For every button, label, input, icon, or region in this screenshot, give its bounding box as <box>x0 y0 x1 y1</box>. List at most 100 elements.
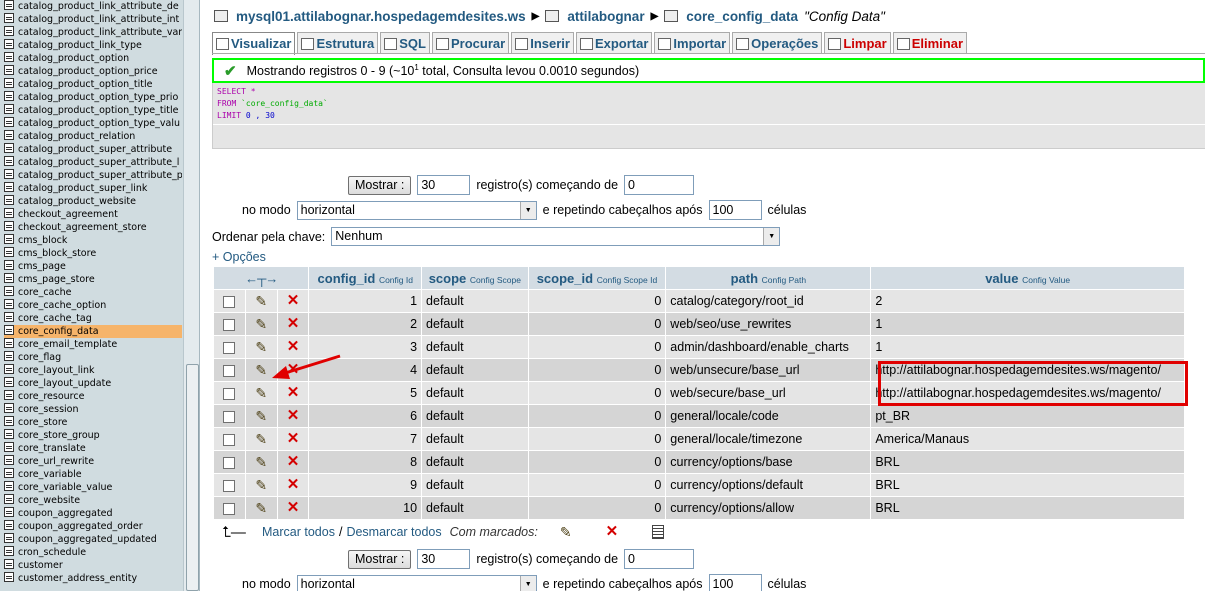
sidebar-item-catalog-product-option-title[interactable]: catalog_product_option_title <box>4 78 182 91</box>
table-icon[interactable] <box>4 429 14 439</box>
sidebar-item-core-cache[interactable]: core_cache <box>4 286 182 299</box>
breadcrumb-database[interactable]: attilabognar <box>567 9 644 24</box>
table-icon[interactable] <box>4 559 14 569</box>
table-icon[interactable] <box>4 468 14 478</box>
table-icon[interactable] <box>4 234 14 244</box>
table-icon[interactable] <box>4 0 14 10</box>
table-icon[interactable] <box>4 247 14 257</box>
table-icon[interactable] <box>4 13 14 23</box>
edit-pencil-icon[interactable]: ✎ <box>255 386 267 400</box>
breadcrumb-server[interactable]: mysql01.attilabognar.hospedagemdesites.w… <box>236 9 526 24</box>
delete-x-icon[interactable]: ✕ <box>287 316 300 331</box>
table-icon[interactable] <box>4 156 14 166</box>
edit-pencil-icon[interactable]: ✎ <box>255 478 267 492</box>
table-icon[interactable] <box>4 351 14 361</box>
row-checkbox[interactable] <box>223 479 236 492</box>
sidebar-item-core-layout-update[interactable]: core_layout_update <box>4 377 182 390</box>
check-all-link[interactable]: Marcar todos <box>262 525 335 539</box>
row-checkbox[interactable] <box>223 295 236 308</box>
uncheck-all-link[interactable]: Desmarcar todos <box>346 525 441 539</box>
sidebar-item-core-email-template[interactable]: core_email_template <box>4 338 182 351</box>
row-checkbox[interactable] <box>223 387 236 400</box>
sidebar-item-core-website[interactable]: core_website <box>4 494 182 507</box>
column-header-config-id[interactable]: config_id Config Id <box>309 267 422 289</box>
sidebar-item-catalog-product-super-link[interactable]: catalog_product_super_link <box>4 182 182 195</box>
table-icon[interactable] <box>4 390 14 400</box>
sidebar-item-cms-page-store[interactable]: cms_page_store <box>4 273 182 286</box>
display-mode-select-bottom[interactable]: horizontal ▼ <box>296 574 537 591</box>
tab-import[interactable]: Importar <box>654 32 731 54</box>
table-icon[interactable] <box>4 494 14 504</box>
table-icon[interactable] <box>4 195 14 205</box>
table-icon[interactable] <box>4 117 14 127</box>
table-icon[interactable] <box>4 169 14 179</box>
repeat-headers-input[interactable]: 100 <box>708 200 762 220</box>
edit-pencil-icon[interactable]: ✎ <box>255 432 267 446</box>
sidebar-item-catalog-product-option-type-valu[interactable]: catalog_product_option_type_valu <box>4 117 182 130</box>
rows-count-input-bottom[interactable]: 30 <box>417 549 471 569</box>
table-icon[interactable] <box>4 65 14 75</box>
tab-empty[interactable]: Limpar <box>824 32 891 54</box>
display-mode-select[interactable]: horizontal ▼ <box>296 200 537 220</box>
sidebar-item-catalog-product-website[interactable]: catalog_product_website <box>4 195 182 208</box>
row-checkbox[interactable] <box>223 456 236 469</box>
table-icon[interactable] <box>4 572 14 582</box>
sidebar-item-cms-block-store[interactable]: cms_block_store <box>4 247 182 260</box>
sidebar-item-catalog-product-super-attribute-p[interactable]: catalog_product_super_attribute_p <box>4 169 182 182</box>
sidebar-item-catalog-product-link-attribute-var[interactable]: catalog_product_link_attribute_var <box>4 26 182 39</box>
tab-insert[interactable]: Inserir <box>511 32 574 54</box>
edit-pencil-icon[interactable]: ✎ <box>255 340 267 354</box>
tab-structure[interactable]: Estrutura <box>297 32 379 54</box>
sidebar-item-core-cache-option[interactable]: core_cache_option <box>4 299 182 312</box>
tab-operations[interactable]: Operações <box>732 32 823 54</box>
sidebar-item-cms-page[interactable]: cms_page <box>4 260 182 273</box>
tab-browse[interactable]: Visualizar <box>212 32 296 55</box>
sidebar-item-catalog-product-super-attribute[interactable]: catalog_product_super_attribute <box>4 143 182 156</box>
table-icon[interactable] <box>4 416 14 426</box>
sidebar-item-core-store[interactable]: core_store <box>4 416 182 429</box>
row-checkbox[interactable] <box>223 502 236 515</box>
sidebar-item-core-session[interactable]: core_session <box>4 403 182 416</box>
table-icon[interactable] <box>4 143 14 153</box>
sidebar-item-core-variable[interactable]: core_variable <box>4 468 182 481</box>
table-icon[interactable] <box>4 533 14 543</box>
table-icon[interactable] <box>4 78 14 88</box>
table-icon[interactable] <box>4 221 14 231</box>
table-icon[interactable] <box>4 182 14 192</box>
column-header-path[interactable]: path Config Path <box>666 267 871 289</box>
tab-export[interactable]: Exportar <box>575 32 653 54</box>
tab-search[interactable]: Procurar <box>432 32 510 54</box>
sidebar-item-catalog-product-link-type[interactable]: catalog_product_link_type <box>4 39 182 52</box>
sort-key-select[interactable]: Nenhum ▼ <box>331 227 781 246</box>
repeat-headers-input-bottom[interactable]: 100 <box>708 574 762 591</box>
sidebar-scrollbar[interactable] <box>183 0 199 591</box>
rows-count-input[interactable]: 30 <box>417 175 471 195</box>
table-icon[interactable] <box>4 104 14 114</box>
sidebar-item-catalog-product-option-type-title[interactable]: catalog_product_option_type_title <box>4 104 182 117</box>
start-row-input-bottom[interactable]: 0 <box>624 549 695 569</box>
sidebar-item-core-layout-link[interactable]: core_layout_link <box>4 364 182 377</box>
table-icon[interactable] <box>4 442 14 452</box>
sidebar-item-catalog-product-super-attribute-l[interactable]: catalog_product_super_attribute_l <box>4 156 182 169</box>
row-checkbox[interactable] <box>223 364 236 377</box>
sidebar-item-coupon-aggregated-updated[interactable]: coupon_aggregated_updated <box>4 533 182 546</box>
table-icon[interactable] <box>4 364 14 374</box>
table-icon[interactable] <box>4 299 14 309</box>
table-icon[interactable] <box>4 26 14 36</box>
edit-pencil-icon[interactable]: ✎ <box>255 409 267 423</box>
show-button[interactable]: Mostrar : <box>348 175 412 195</box>
table-icon[interactable] <box>4 91 14 101</box>
row-checkbox[interactable] <box>223 410 236 423</box>
table-icon[interactable] <box>4 286 14 296</box>
table-icon[interactable] <box>4 260 14 270</box>
sidebar-item-cron-schedule[interactable]: cron_schedule <box>4 546 182 559</box>
table-icon[interactable] <box>4 507 14 517</box>
table-icon[interactable] <box>4 273 14 283</box>
column-header-scope-id[interactable]: scope_id Config Scope Id <box>528 267 666 289</box>
tab-sql[interactable]: SQL <box>380 32 430 54</box>
show-button-bottom[interactable]: Mostrar : <box>348 549 412 569</box>
table-icon[interactable] <box>4 481 14 491</box>
table-icon[interactable] <box>4 338 14 348</box>
table-icon[interactable] <box>4 325 14 335</box>
sidebar-item-catalog-product-relation[interactable]: catalog_product_relation <box>4 130 182 143</box>
